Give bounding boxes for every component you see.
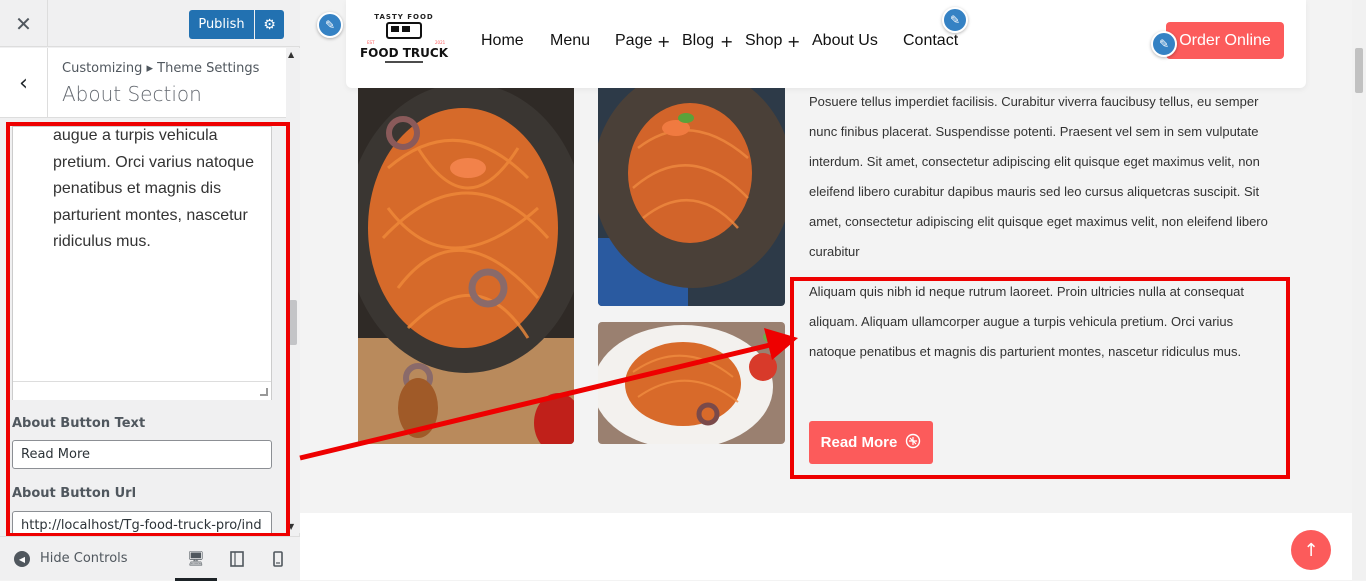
edit-shortcut-pencil-icon[interactable]: ✎ [942,7,968,33]
section-header: ‹ Customizing ▸ Theme Settings About Sec… [0,48,286,118]
preview-scrollbar-thumb[interactable] [1355,48,1363,93]
hide-controls-button[interactable]: Hide Controls [40,551,128,566]
collapse-arrow-icon[interactable]: ◀ [14,551,30,567]
mobile-preview-icon[interactable] [270,551,286,567]
pasta-photo-plate [598,88,785,306]
arrow-up-icon: ↑ [1303,539,1319,561]
logo-tagline: TASTY FOOD [374,13,433,21]
customizer-footer: ◀ Hide Controls 🖥 [0,536,300,581]
nav-page[interactable]: Page [615,32,652,50]
svg-text:EST: EST [367,40,375,45]
annotation-highlight-box [790,277,1290,479]
breadcrumb: Customizing ▸ Theme Settings [62,61,260,76]
nav-shop[interactable]: Shop [745,32,782,50]
sidebar-scrollbar-thumb[interactable] [289,300,297,345]
customizer-header: ✕ Publish ⚙ [0,0,300,47]
section-title: About Section [62,82,202,106]
nav-contact[interactable]: Contact [903,32,958,50]
close-customizer-button[interactable]: ✕ [0,0,48,47]
pasta-photo-dish [598,322,785,444]
edit-shortcut-pencil-icon[interactable]: ✎ [317,12,343,38]
annotation-highlight-box [6,122,290,537]
edit-shortcut-pencil-icon[interactable]: ✎ [1151,31,1177,57]
nav-home[interactable]: Home [481,32,524,50]
back-button[interactable]: ‹ [0,48,48,118]
nav-blog[interactable]: Blog [682,32,714,50]
close-icon: ✕ [15,11,32,36]
about-paragraph-1: Posuere tellus imperdiet facilisis. Cura… [809,94,1268,259]
customizer-sidebar: ✕ Publish ⚙ ‹ Customizing ▸ Theme Settin… [0,0,300,581]
desktop-preview-icon[interactable]: 🖥 [187,551,205,567]
svg-text:2021: 2021 [435,40,446,45]
nav-page-expand-icon[interactable]: + [657,32,670,51]
scroll-up-arrow-icon[interactable]: ▲ [288,50,294,59]
site-logo[interactable]: TASTY FOOD EST 2021 FOOD TRUCK [355,8,453,70]
tablet-preview-icon[interactable] [229,551,245,567]
nav-menu[interactable]: Menu [550,32,590,50]
gear-icon: ⚙ [263,16,276,33]
nav-about-us[interactable]: About Us [812,32,878,50]
publish-button[interactable]: Publish [189,10,254,39]
nav-shop-expand-icon[interactable]: + [787,32,800,51]
publish-settings-button[interactable]: ⚙ [255,10,284,39]
scroll-to-top-button[interactable]: ↑ [1291,530,1331,570]
pasta-photo-large [358,88,574,444]
chevron-left-icon: ‹ [19,70,28,96]
nav-blog-expand-icon[interactable]: + [720,32,733,51]
next-section [300,513,1352,580]
order-online-button[interactable]: Order Online [1166,22,1284,59]
logo-wordmark: FOOD TRUCK [360,46,449,60]
